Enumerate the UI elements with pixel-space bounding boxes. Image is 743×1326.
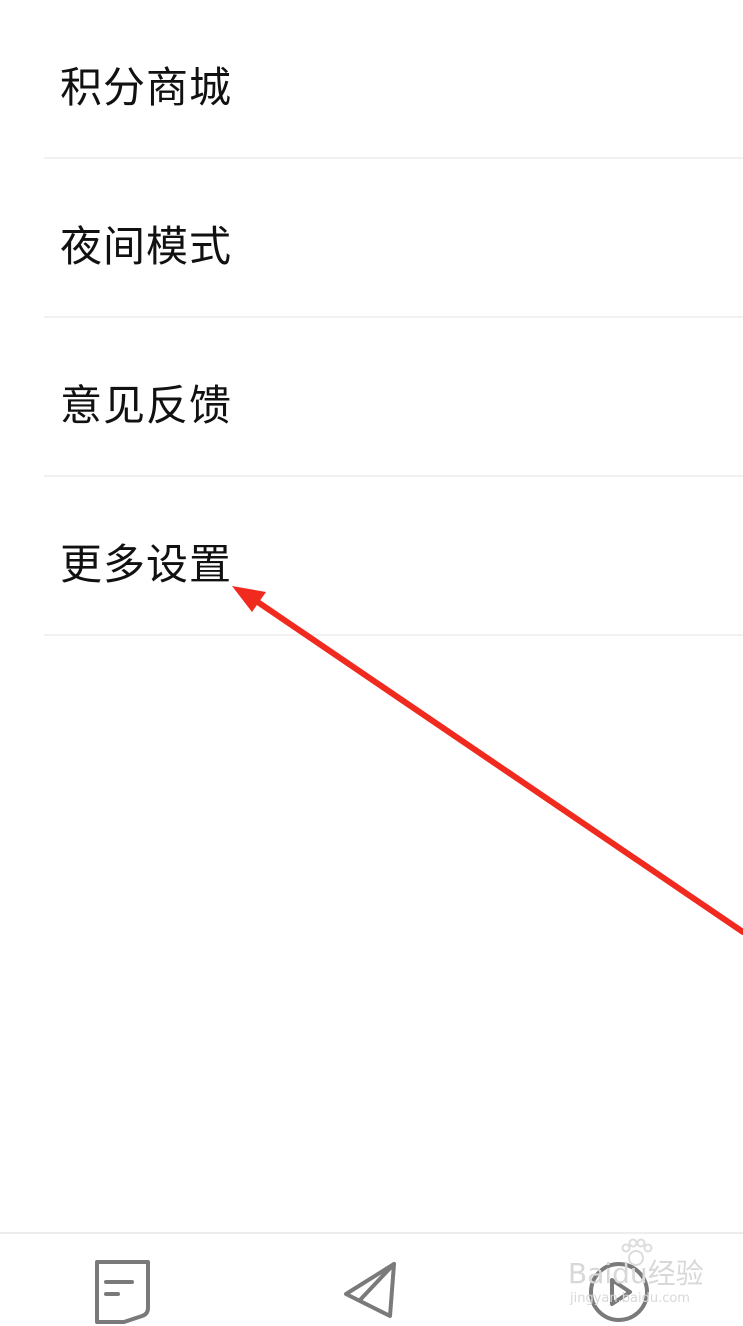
arrow-shaft — [243, 591, 743, 935]
menu-item-label: 更多设置 — [60, 540, 233, 589]
menu-item-more-settings[interactable]: 更多设置 — [0, 477, 743, 636]
divider — [44, 634, 743, 636]
paper-plane-icon — [344, 1262, 396, 1318]
tab-send[interactable] — [338, 1256, 408, 1326]
tab-notes[interactable] — [88, 1256, 158, 1326]
video-play-icon — [589, 1262, 649, 1322]
menu-item-night-mode[interactable]: 夜间模式 — [0, 159, 743, 318]
menu-item-feedback[interactable]: 意见反馈 — [0, 318, 743, 477]
settings-menu: 积分商城 夜间模式 意见反馈 更多设置 — [0, 0, 743, 636]
menu-item-label: 夜间模式 — [60, 222, 233, 271]
bottom-tab-bar — [0, 1232, 743, 1324]
notebook-icon — [95, 1260, 150, 1324]
menu-item-label: 积分商城 — [60, 63, 233, 112]
menu-item-points-mall[interactable]: 积分商城 — [0, 0, 743, 159]
menu-item-label: 意见反馈 — [60, 381, 233, 430]
tab-video[interactable] — [585, 1256, 655, 1326]
